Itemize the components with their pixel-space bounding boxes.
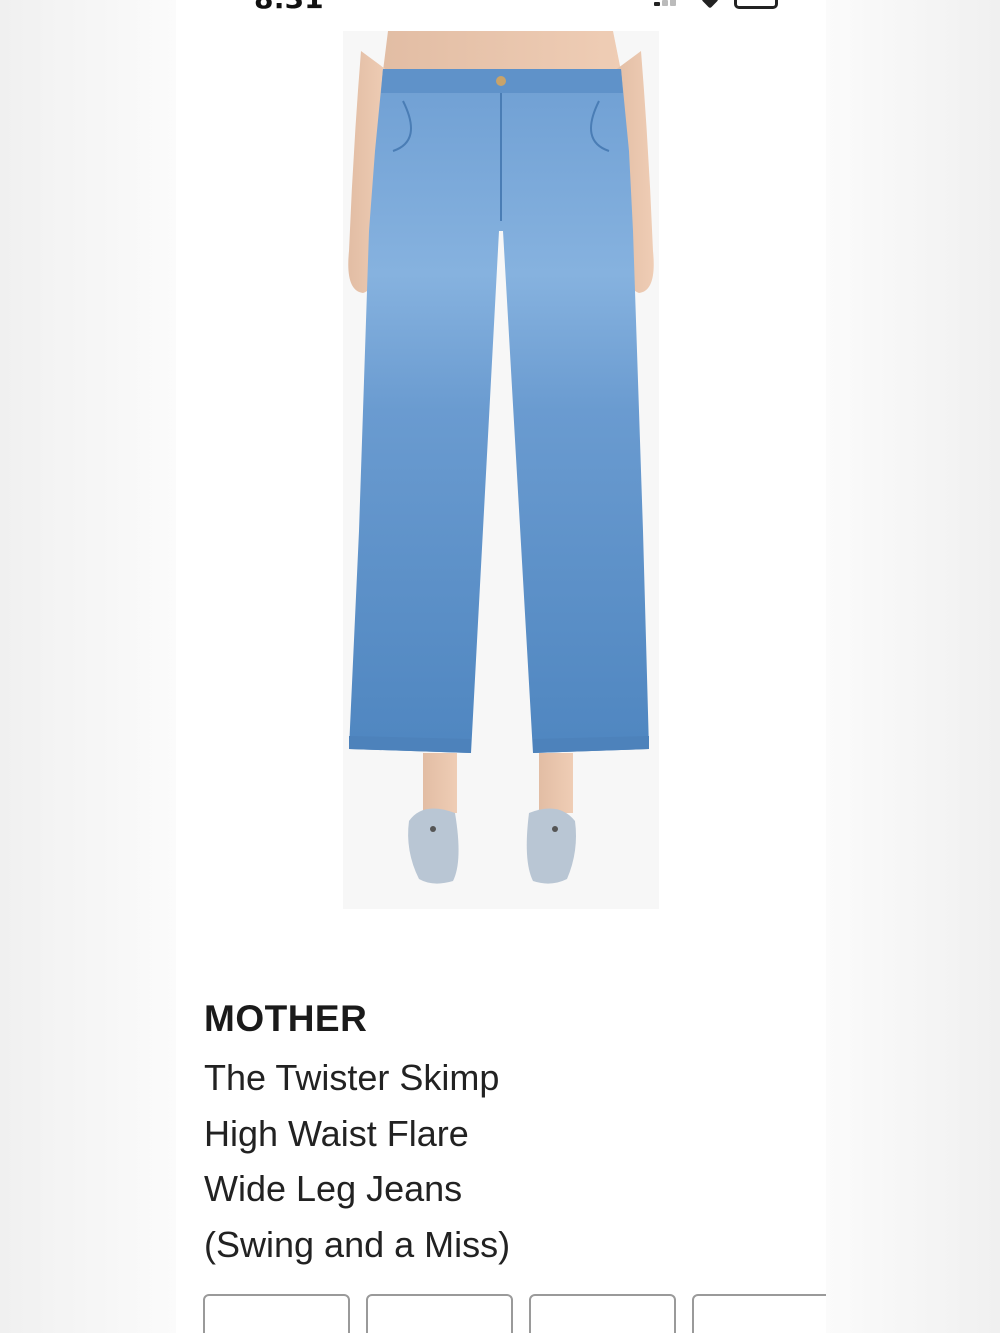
signal-icon [654, 2, 660, 6]
wifi-icon [701, 0, 719, 9]
product-image[interactable] [343, 31, 659, 909]
product-info: MOTHER The Twister Skimp High Waist Flar… [204, 996, 804, 1272]
product-title: The Twister Skimp High Waist Flare Wide … [204, 1057, 511, 1265]
status-time: 8:31 [254, 0, 324, 15]
signal-bar-icon [662, 0, 668, 6]
page-background-right [826, 0, 1000, 1333]
option-button[interactable] [203, 1294, 350, 1333]
option-button[interactable] [529, 1294, 676, 1333]
option-button[interactable] [366, 1294, 513, 1333]
option-selector [203, 1294, 826, 1333]
battery-icon [734, 0, 778, 9]
option-button[interactable] [692, 1294, 826, 1333]
signal-bar-icon [670, 0, 676, 6]
page-background-left [0, 0, 176, 1333]
brand-name[interactable]: MOTHER [204, 996, 804, 1042]
status-icons [646, 0, 786, 10]
product-detail-screen: 8:31 [176, 0, 826, 1333]
status-bar: 8:31 [176, 0, 826, 30]
